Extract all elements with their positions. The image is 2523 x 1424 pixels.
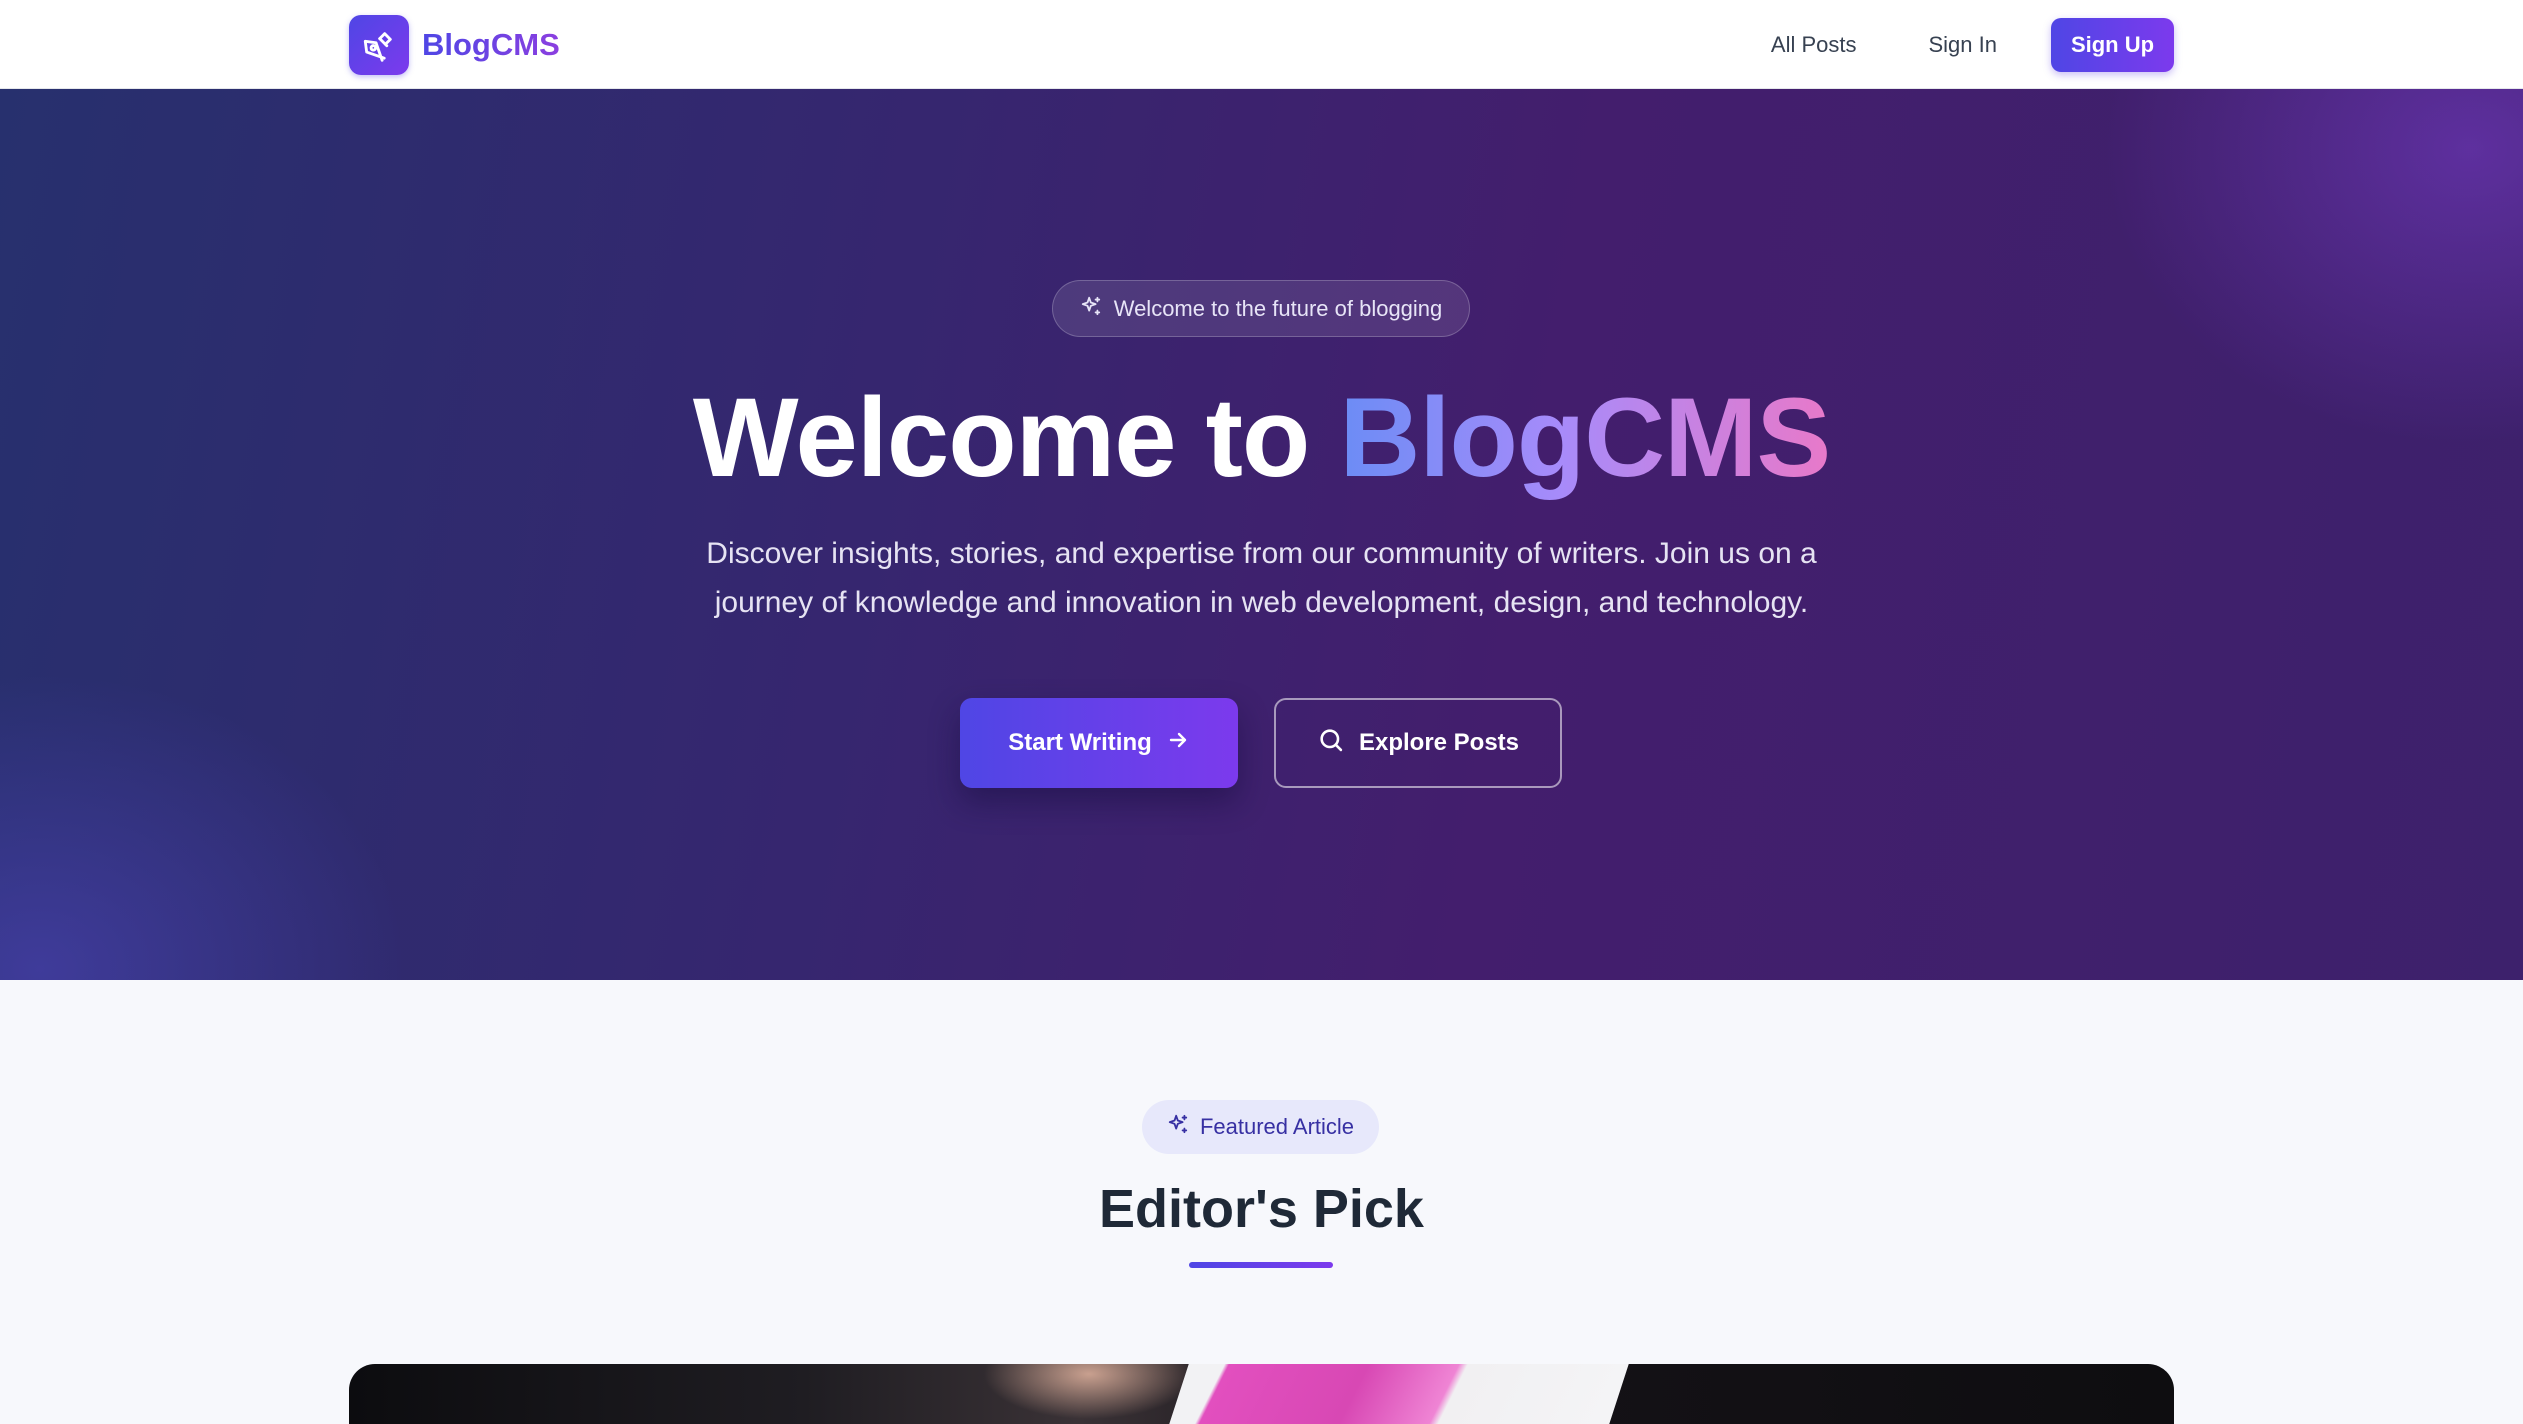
hero-title: Welcome to BlogCMS — [0, 376, 2523, 499]
nav-sign-in-link[interactable]: Sign In — [1929, 32, 1998, 58]
featured-badge: Featured Article — [1142, 1100, 1379, 1154]
start-writing-button[interactable]: Start Writing — [960, 698, 1238, 788]
hero-section: Welcome to the future of blogging Welcom… — [0, 89, 2523, 980]
brand-name: BlogCMS — [422, 26, 560, 62]
featured-image-hand — [949, 1364, 1189, 1424]
nav-all-posts-link[interactable]: All Posts — [1771, 32, 1857, 58]
hero-badge: Welcome to the future of blogging — [1052, 280, 1470, 337]
top-navbar: BlogCMS All Posts Sign In Sign Up — [0, 0, 2523, 89]
arrow-right-icon — [1166, 728, 1190, 759]
section-title: Editor's Pick — [1099, 1179, 1424, 1239]
hero-title-prefix: Welcome to — [692, 375, 1340, 500]
sign-up-button[interactable]: Sign Up — [2051, 17, 2174, 72]
pen-nib-icon — [349, 14, 409, 75]
start-writing-label: Start Writing — [1008, 729, 1152, 756]
explore-posts-button[interactable]: Explore Posts — [1274, 698, 1562, 788]
nav-links: All Posts Sign In Sign Up — [1771, 17, 2174, 72]
explore-posts-label: Explore Posts — [1358, 729, 1520, 756]
hero-badge-text: Welcome to the future of blogging — [1113, 295, 1443, 321]
featured-image — [1169, 1364, 1629, 1424]
hero-actions: Start Writing Explore Posts — [960, 698, 1562, 788]
sparkles-icon — [1080, 295, 1102, 323]
hero-subtitle: Discover insights, stories, and expertis… — [706, 537, 1817, 619]
navbar-container: BlogCMS All Posts Sign In Sign Up — [349, 0, 2174, 89]
featured-section: Featured Article Editor's Pick — [0, 980, 2523, 1424]
search-icon — [1317, 726, 1345, 761]
brand-home-link[interactable]: BlogCMS — [349, 14, 560, 75]
title-underline — [1189, 1262, 1333, 1268]
hero-title-accent: BlogCMS — [1339, 375, 1831, 500]
sparkles-icon — [1167, 1113, 1189, 1141]
featured-badge-text: Featured Article — [1199, 1114, 1355, 1139]
featured-article-card[interactable] — [349, 1364, 2174, 1424]
